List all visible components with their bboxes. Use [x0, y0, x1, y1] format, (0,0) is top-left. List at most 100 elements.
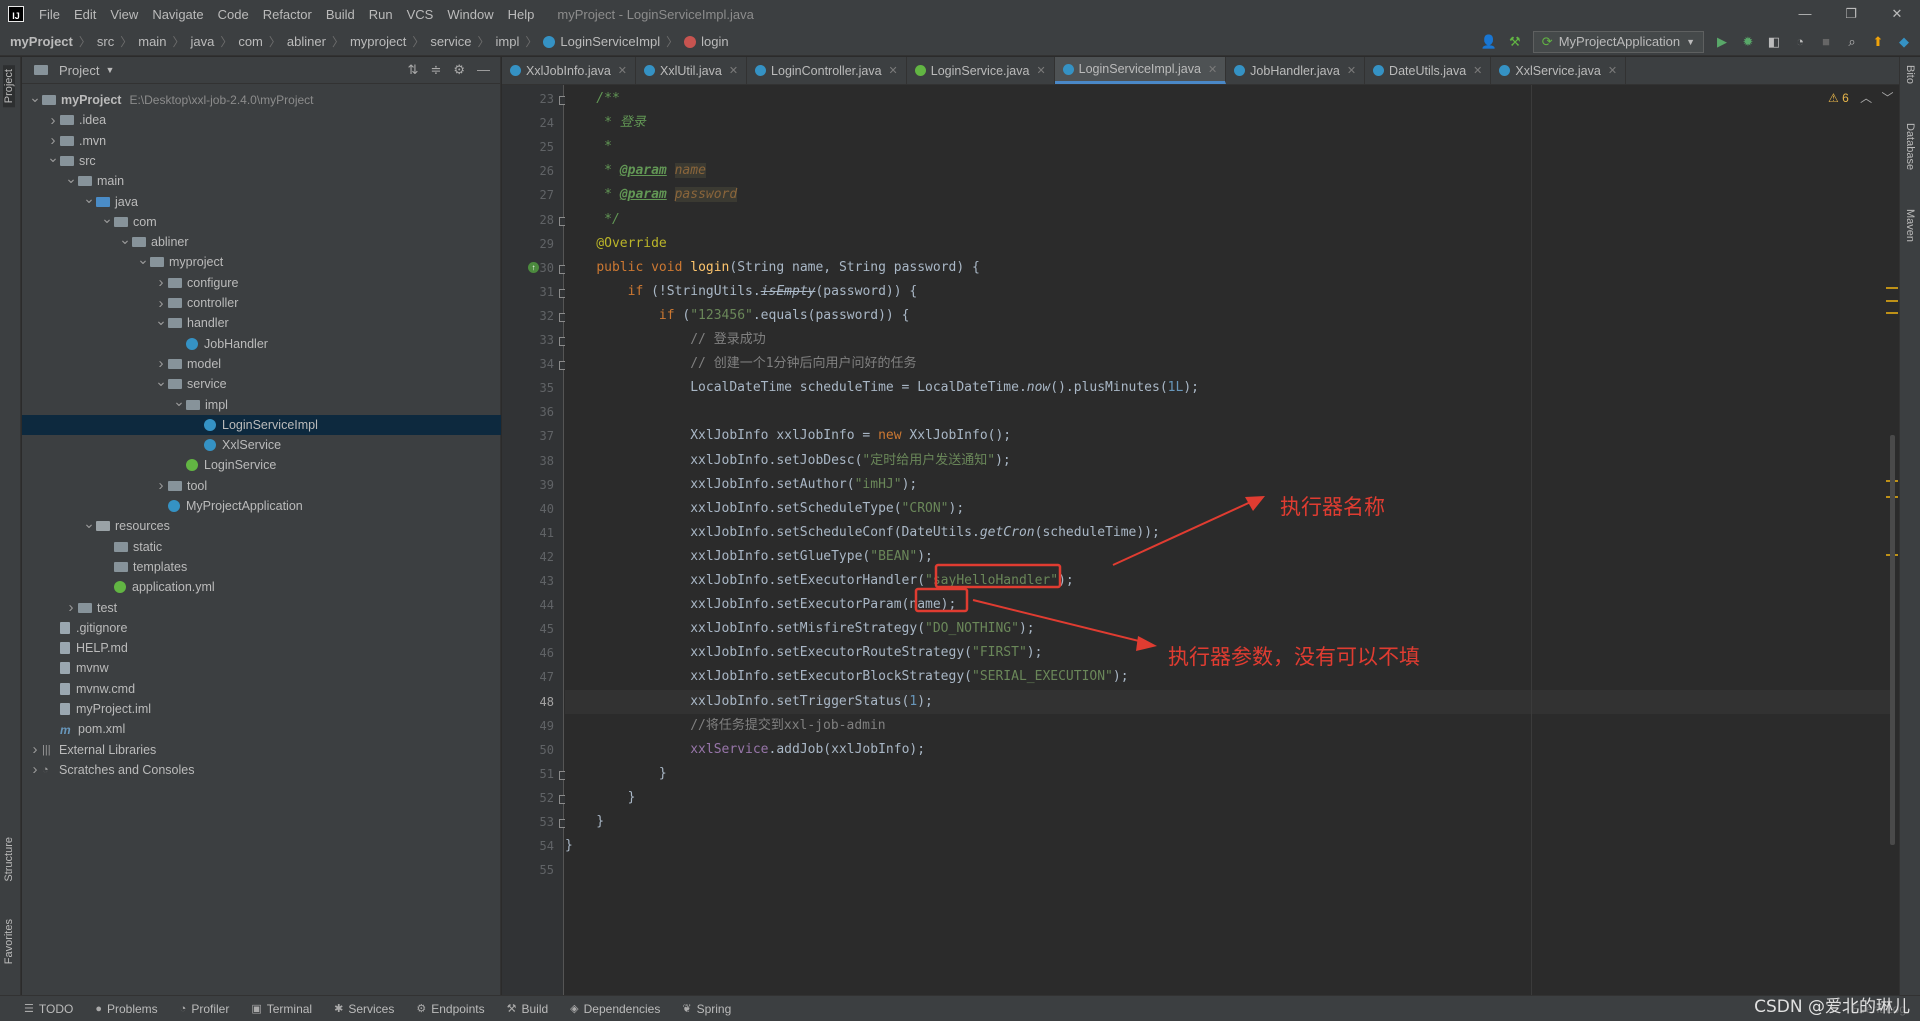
chevron-right-icon[interactable]: › — [154, 355, 168, 372]
breadcrumb-item[interactable]: myProject — [10, 34, 73, 49]
editor-scrollbar[interactable] — [1890, 435, 1895, 845]
close-tab-icon[interactable]: ✕ — [1208, 63, 1217, 76]
tree-item[interactable]: › tool — [22, 476, 501, 496]
chevron-right-icon[interactable]: › — [46, 132, 60, 149]
tool-window-problems[interactable]: ● Problems — [95, 1002, 157, 1016]
tool-window-services[interactable]: ✱ Services — [334, 1002, 394, 1016]
hide-icon[interactable]: — — [477, 62, 490, 78]
project-panel-title[interactable]: Project — [59, 63, 99, 78]
breadcrumb-item[interactable]: service — [430, 34, 471, 49]
search-icon[interactable]: ⌕ — [1844, 34, 1860, 50]
tree-item[interactable]: m pom.xml — [22, 719, 501, 739]
chevron-right-icon[interactable]: › — [154, 477, 168, 494]
tree-item[interactable]: application.yml — [22, 577, 501, 597]
tree-item[interactable]: › .idea — [22, 110, 501, 130]
tree-item[interactable]: › ||| External Libraries — [22, 740, 501, 760]
profiler-icon[interactable]: ◔ — [1792, 34, 1808, 49]
breadcrumb-item[interactable]: login — [701, 34, 728, 49]
chevron-down-icon[interactable]: ⌄ — [154, 312, 168, 329]
breadcrumb-item[interactable]: abliner — [287, 34, 326, 49]
collapse-all-icon[interactable]: ≑ — [430, 62, 441, 78]
tool-window-spring[interactable]: ❦ Spring — [682, 1002, 731, 1016]
chevron-down-icon[interactable]: ⌄ — [46, 149, 60, 166]
maven-tool-tab[interactable]: Maven — [1904, 209, 1916, 242]
tree-item[interactable]: ⌄ java — [22, 190, 501, 212]
breadcrumb-item[interactable]: myproject — [350, 34, 406, 49]
menu-build[interactable]: Build — [319, 7, 362, 22]
tree-item[interactable]: mvnw.cmd — [22, 679, 501, 699]
chevron-down-icon[interactable]: ⌄ — [82, 515, 96, 532]
tree-item[interactable]: HELP.md — [22, 638, 501, 658]
tree-item[interactable]: templates — [22, 557, 501, 577]
breadcrumb-item[interactable]: main — [138, 34, 166, 49]
tool-window-terminal[interactable]: ▣ Terminal — [251, 1002, 312, 1016]
tree-item[interactable]: ⌄ impl — [22, 393, 501, 415]
expand-all-icon[interactable]: ⇅ — [408, 62, 419, 78]
tree-item[interactable]: › .mvn — [22, 131, 501, 151]
minimize-button[interactable]: — — [1782, 6, 1828, 22]
run-icon[interactable]: ▶ — [1714, 34, 1730, 50]
tree-item[interactable]: ⌄ main — [22, 170, 501, 191]
stop-icon[interactable]: ■ — [1818, 34, 1834, 49]
run-configuration-select[interactable]: ⟳ MyProjectApplication ▼ — [1532, 30, 1704, 53]
close-tab-icon[interactable]: ✕ — [1608, 64, 1617, 77]
breadcrumb-item[interactable]: src — [97, 34, 114, 49]
tree-item[interactable]: › controller — [22, 293, 501, 313]
tree-item[interactable]: › model — [22, 354, 501, 374]
close-tab-icon[interactable]: ✕ — [1036, 64, 1045, 77]
chevron-down-icon[interactable]: ▼ — [105, 65, 114, 75]
tree-item[interactable]: ⌄ handler — [22, 312, 501, 333]
chevron-right-icon[interactable]: › — [154, 295, 168, 312]
tree-item[interactable]: JobHandler — [22, 334, 501, 354]
build-hammer-icon[interactable]: ⚒ — [1507, 34, 1523, 50]
chevron-right-icon[interactable]: › — [64, 599, 78, 616]
close-tab-icon[interactable]: ✕ — [729, 64, 738, 77]
editor-tab[interactable]: LoginServiceImpl.java ✕ — [1054, 57, 1227, 84]
chevron-down-icon[interactable]: ⌄ — [64, 170, 78, 187]
plugin-icon[interactable]: ◆ — [1896, 34, 1912, 50]
tree-item[interactable]: › test — [22, 598, 501, 618]
project-tool-tab[interactable]: Project — [3, 65, 15, 108]
menu-window[interactable]: Window — [440, 7, 500, 22]
menu-code[interactable]: Code — [211, 7, 256, 22]
menu-view[interactable]: View — [103, 7, 145, 22]
tree-item[interactable]: MyProjectApplication — [22, 496, 501, 516]
chevron-down-icon[interactable]: ⌄ — [154, 373, 168, 390]
close-tab-icon[interactable]: ✕ — [1473, 64, 1482, 77]
scroll-marker[interactable] — [1886, 300, 1898, 302]
editor-tab[interactable]: XxlUtil.java ✕ — [636, 57, 748, 84]
close-window-button[interactable]: ✕ — [1874, 6, 1920, 22]
editor-tab[interactable]: LoginService.java ✕ — [907, 57, 1055, 84]
tree-item[interactable]: static — [22, 537, 501, 557]
override-gutter-icon[interactable]: ↑ — [528, 261, 539, 273]
tool-window-todo[interactable]: ☰ TODO — [24, 1002, 73, 1016]
database-tool-tab[interactable]: Database — [1904, 123, 1916, 170]
chevron-right-icon[interactable]: › — [154, 274, 168, 291]
tree-item[interactable]: › ◔ Scratches and Consoles — [22, 760, 501, 780]
tree-item[interactable]: .gitignore — [22, 618, 501, 638]
tool-window-dependencies[interactable]: ◈ Dependencies — [570, 1002, 660, 1016]
close-tab-icon[interactable]: ✕ — [889, 64, 898, 77]
tree-item[interactable]: › configure — [22, 273, 501, 293]
breadcrumb-item[interactable]: java — [190, 34, 214, 49]
restore-button[interactable]: ❐ — [1828, 6, 1874, 22]
tool-window-profiler[interactable]: ◔ Profiler — [180, 1002, 230, 1016]
gear-icon[interactable]: ⚙ — [453, 62, 465, 78]
tree-item[interactable]: ⌄ resources — [22, 515, 501, 536]
tree-item[interactable]: myProject.iml — [22, 699, 501, 719]
breadcrumb-item[interactable]: LoginServiceImpl — [560, 34, 660, 49]
debug-icon[interactable]: ✹ — [1740, 34, 1756, 50]
tree-item[interactable]: LoginServiceImpl — [22, 414, 501, 435]
close-tab-icon[interactable]: ✕ — [618, 64, 627, 77]
menu-help[interactable]: Help — [501, 7, 542, 22]
chevron-up-icon[interactable]: ︿ — [1860, 91, 1872, 105]
scroll-marker[interactable] — [1886, 287, 1898, 289]
menu-edit[interactable]: Edit — [67, 7, 103, 22]
tool-window-endpoints[interactable]: ⚙ Endpoints — [416, 1002, 484, 1016]
editor-tab[interactable]: JobHandler.java ✕ — [1226, 57, 1366, 84]
chevron-right-icon[interactable]: › — [28, 741, 42, 758]
menu-refactor[interactable]: Refactor — [256, 7, 319, 22]
chevron-down-icon[interactable]: ⌄ — [118, 231, 132, 248]
chevron-down-icon[interactable]: ⌄ — [100, 210, 114, 227]
tree-item[interactable]: XxlService — [22, 435, 501, 455]
